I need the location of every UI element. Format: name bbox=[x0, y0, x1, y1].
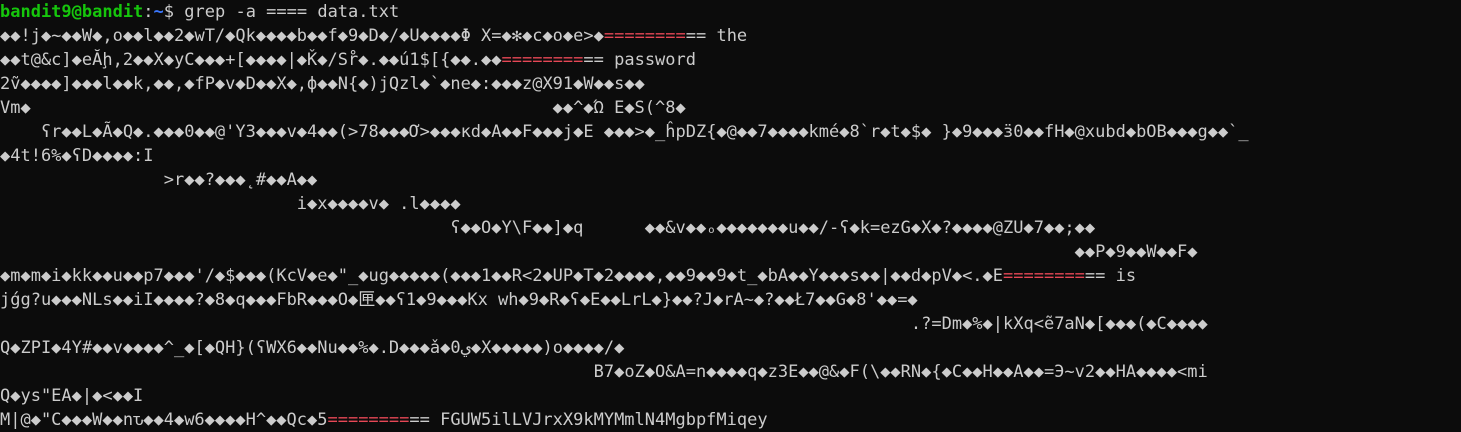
output-line: Vm◆ ◆◆^◆Ώ E◆S(^8◆ bbox=[0, 96, 686, 120]
output-line: .?=Dm◆%◆|kXq<ẽ7aN◆[◆◆◆(◆C◆◆◆◆ bbox=[0, 312, 1208, 336]
match-highlight: ======== bbox=[1003, 266, 1085, 286]
match-highlight: ======== bbox=[501, 50, 584, 70]
output-text: B7◆oZ◆O&A=n◆◆◆◆q◆z3E◆◆@&◆F(\◆◆RN◆{◆C◆◆H◆… bbox=[0, 362, 1208, 382]
output-line: ʕr◆◆L◆Ã◆Q◆.◆◆◆0◆◆@'Y3◆◆◆v◆4◆◆(>78◆◆◆Ơ>◆◆… bbox=[0, 120, 1249, 144]
output-line: 2ṽ◆◆◆◆]◆◆◆l◆◆k,◆◆,◆fP◆v◆D◆◆X◆,ф◆◆N{◆)jQz… bbox=[0, 72, 645, 96]
output-text: ◆◆!j◆~◆◆W◆,o◆◆l◆◆2◆wT/◆Qk◆◆◆◆b◆◆f◆9◆D◆/◆… bbox=[0, 26, 604, 46]
output-text-after-match: == password bbox=[583, 50, 696, 70]
prompt-line: bandit9@bandit:~$ grep -a ==== data.txt bbox=[0, 0, 399, 24]
terminal-window[interactable]: bandit9@bandit:~$ grep -a ==== data.txt … bbox=[0, 0, 1461, 430]
output-text: jǵg?u◆◆◆NLs◆◆iI◆◆◆◆?◆8◆q◆◆◆FbR◆◆◆O◆匣◆◆ʕ1… bbox=[0, 290, 918, 310]
output-line: ʕ◆◆O◆Y\F◆◆]◆q ◆◆&v◆◆ₒ◆◆◆◆◆◆◆u◆◆/-ʕ◆k=ezG… bbox=[0, 216, 1095, 240]
output-line: Q◆ZPI◆4Y#◆◆v◆◆◆◆^_◆[◆QH}(ʕWX6◆◆Nu◆◆%◆.D◆… bbox=[0, 336, 624, 360]
output-text: 2ṽ◆◆◆◆]◆◆◆l◆◆k,◆◆,◆fP◆v◆D◆◆X◆,ф◆◆N{◆)jQz… bbox=[0, 74, 645, 94]
prompt-separator: : bbox=[143, 2, 154, 22]
prompt-cwd: ~ bbox=[153, 2, 164, 22]
match-highlight: ======== bbox=[327, 410, 410, 430]
output-line: Q◆ys"EA◆|◆<◆◆I bbox=[0, 384, 143, 408]
output-line: ◆4t!6%◆ʕD◆◆◆◆:I bbox=[0, 144, 154, 168]
prompt-symbol: $ bbox=[163, 2, 185, 22]
output-text: M|@◆"C◆◆◆W◆◆nԏ◆◆4◆w6◆◆◆◆H^◆◆Qc◆5 bbox=[0, 410, 328, 430]
output-text: ◆4t!6%◆ʕD◆◆◆◆:I bbox=[0, 146, 154, 166]
output-text: ʕ◆◆O◆Y\F◆◆]◆q ◆◆&v◆◆ₒ◆◆◆◆◆◆◆u◆◆/-ʕ◆k=ezG… bbox=[0, 218, 1096, 238]
output-text-after-match: == is bbox=[1084, 266, 1137, 286]
prompt-userhost: bandit9@bandit bbox=[0, 2, 144, 22]
output-text: Q◆ys"EA◆|◆<◆◆I bbox=[0, 386, 144, 406]
output-text: .?=Dm◆%◆|kXq<ẽ7aN◆[◆◆◆(◆C◆◆◆◆ bbox=[0, 314, 1208, 334]
output-line: ◆m◆m◆i◆kk◆◆u◆◆p7◆◆◆'/◆$◆◆◆(KcV◆e◆"_◆ug◆◆… bbox=[0, 264, 1136, 288]
output-text: ◆◆P◆9◆◆W◆◆F◆ bbox=[0, 242, 1198, 262]
output-text: Q◆ZPI◆4Y#◆◆v◆◆◆◆^_◆[◆QH}(ʕWX6◆◆Nu◆◆%◆.D◆… bbox=[0, 338, 625, 358]
output-text: ◆◆t@&c]◆eĂḩ,2◆◆X◆yC◆◆◆+[◆◆◆◆|◆Ǩ◆/Sr̊◆.◆◆… bbox=[0, 50, 502, 70]
output-text-after-match: == FGUW5ilLVJrxX9kMYMmlN4MgbpfMiqey bbox=[409, 410, 768, 430]
output-line: jǵg?u◆◆◆NLs◆◆iI◆◆◆◆?◆8◆q◆◆◆FbR◆◆◆O◆匣◆◆ʕ1… bbox=[0, 288, 918, 312]
prompt-command: grep -a ==== data.txt bbox=[184, 2, 400, 22]
output-line: ◆◆!j◆~◆◆W◆,o◆◆l◆◆2◆wT/◆Qk◆◆◆◆b◆◆f◆9◆D◆/◆… bbox=[0, 24, 747, 48]
match-highlight: ======== bbox=[603, 26, 686, 46]
output-text: Vm◆ ◆◆^◆Ώ E◆S(^8◆ bbox=[0, 98, 686, 118]
output-text: i◆x◆◆◆◆v◆ .l◆◆◆◆ bbox=[0, 194, 461, 214]
output-text: ◆m◆m◆i◆kk◆◆u◆◆p7◆◆◆'/◆$◆◆◆(KcV◆e◆"_◆ug◆◆… bbox=[0, 266, 1004, 286]
output-text: >r◆◆?◆◆◆˛#◆◆A◆◆ bbox=[0, 170, 318, 190]
output-text: ʕr◆◆L◆Ã◆Q◆.◆◆◆0◆◆@'Y3◆◆◆v◆4◆◆(>78◆◆◆Ơ>◆◆… bbox=[0, 122, 1249, 142]
output-line: i◆x◆◆◆◆v◆ .l◆◆◆◆ bbox=[0, 192, 461, 216]
output-line: B7◆oZ◆O&A=n◆◆◆◆q◆z3E◆◆@&◆F(\◆◆RN◆{◆C◆◆H◆… bbox=[0, 360, 1208, 384]
output-text-after-match: == the bbox=[685, 26, 748, 46]
output-line: ◆◆P◆9◆◆W◆◆F◆ bbox=[0, 240, 1198, 264]
output-line: >r◆◆?◆◆◆˛#◆◆A◆◆ bbox=[0, 168, 318, 192]
output-line: M|@◆"C◆◆◆W◆◆nԏ◆◆4◆w6◆◆◆◆H^◆◆Qc◆5========… bbox=[0, 408, 768, 432]
output-line: ◆◆t@&c]◆eĂḩ,2◆◆X◆yC◆◆◆+[◆◆◆◆|◆Ǩ◆/Sr̊◆.◆◆… bbox=[0, 48, 696, 72]
